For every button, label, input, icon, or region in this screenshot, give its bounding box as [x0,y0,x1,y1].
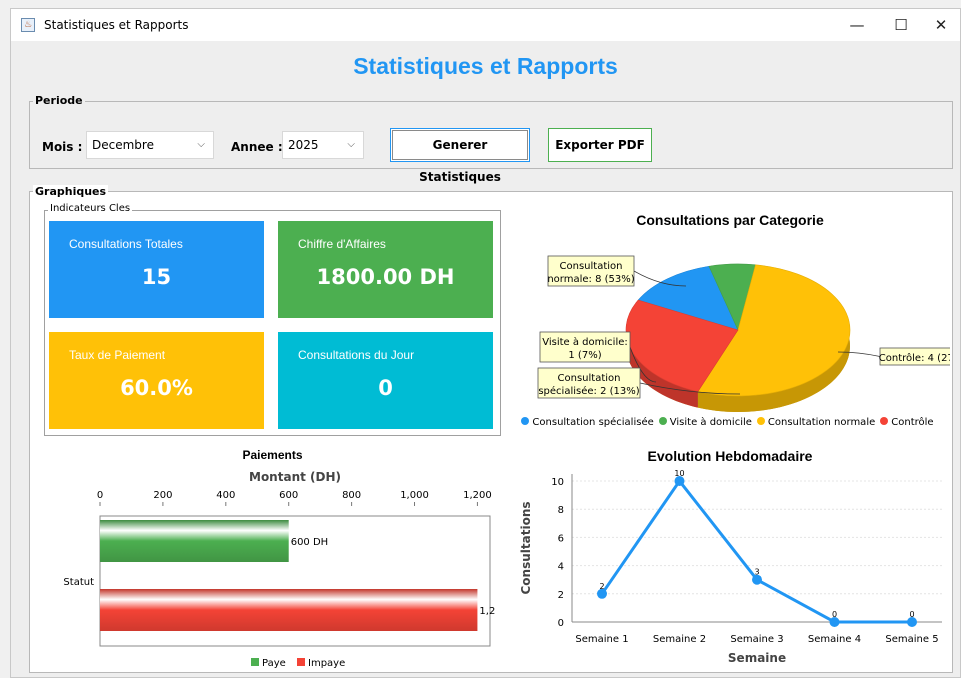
minimize-button[interactable]: — [837,13,877,37]
line-y-tick-label: 10 [551,477,564,488]
bar-chart: Montant (DH) 0 200 400 600 800 1,000 1,200 Statu… [63,470,495,668]
export-pdf-button[interactable]: Exporter PDF [548,128,652,162]
line-chart-title: Evolution Hebdomadaire [647,448,813,464]
bar-x-axis-label: Montant (DH) [249,470,341,484]
pie-label-text: Contrôle: 4 (27%) [879,352,950,364]
card-title: Consultations Totales [69,237,183,251]
line-y-tick-label: 4 [558,562,564,573]
mois-selected-value: Decembre [92,138,154,152]
close-button[interactable]: ✕ [921,13,961,37]
line-x-tick-label: Semaine 2 [653,634,706,645]
bar-paye [100,520,289,562]
line-point-label: 3 [754,568,759,577]
page-title: Statistiques et Rapports [353,53,618,79]
legend-item: Consultation spécialisée [521,417,654,428]
pie-label-text: Consultation [558,373,621,384]
line-y-tick-label: 6 [558,533,564,544]
bar-category-label: Statut [63,577,94,588]
line-y-tick-label: 8 [558,505,564,516]
bar-tick-label: 800 [342,490,361,501]
pie-label-text: Visite à domicile: [542,336,628,348]
graphiques-group-title: Graphiques [33,185,109,198]
line-x-tick-label: Semaine 4 [808,634,861,645]
legend-dot-icon [880,417,889,425]
legend-dot-icon [658,417,667,425]
graphiques-panel: Graphiques Indicateurs Cles Consultation… [29,185,953,673]
generate-statistics-button[interactable]: Generer Statistiques [390,128,530,184]
card-value: 15 [141,265,172,289]
card-title: Taux de Paiement [69,348,166,362]
bar-tick-label: 400 [216,490,235,501]
line-point-label: 0 [909,610,914,619]
periode-group-title: Periode [33,94,85,107]
line-chart: 0 2 4 6 8 10 2 Semaine 1 10 Semaine 2 3 Semaine 3 0 S… [519,469,942,665]
bar-value-label: 1,2 [479,606,495,617]
line-y-tick-label: 0 [558,618,564,629]
mois-select[interactable]: Decembre ⌵ [86,131,214,159]
window-title: Statistiques et Rapports [44,18,189,32]
chevron-down-icon: ⌵ [347,139,355,150]
bar-chart-title: Paiements [242,448,303,462]
legend-label: Paye [262,658,286,668]
line-y-axis-label: Consultations [519,501,533,594]
line-x-tick-label: Semaine 3 [730,634,783,645]
pie-chart: Consultation normale: 8 (53%) Visite à dom… [537,255,950,412]
pie-legend: Consultation spécialisée Visite à domicil… [510,417,950,428]
maximize-button[interactable]: ☐ [881,13,921,37]
java-app-icon: ♨ [21,18,35,32]
line-y-tick-label: 2 [558,590,564,601]
bar-tick-label: 600 [279,490,298,501]
chevron-down-icon: ⌵ [197,139,205,150]
pie-chart-title: Consultations par Categorie [636,212,824,228]
bar-tick-label: 1,000 [400,490,429,501]
legend-label: Visite à domicile [669,417,752,428]
card-value: 60.0% [120,376,193,400]
legend-dot-icon [521,417,530,425]
pie-label-text: Consultation [560,261,623,272]
bar-tick-label: 1,200 [463,490,492,501]
card-title: Chiffre d'Affaires [298,237,386,251]
card-value: 1800.00 DH [316,265,455,289]
card-value: 0 [378,376,393,400]
line-x-axis-label: Semaine [728,651,786,665]
pie-label-text: normale: 8 (53%) [547,274,634,285]
legend-label: Contrôle [891,417,934,428]
card-consultations-totales: Consultations Totales 15 [49,221,264,318]
card-taux-paiement: Taux de Paiement 60.0% [49,332,264,429]
pie-label-text: spécialisée: 2 (13%) [538,385,639,397]
card-chiffre-affaires: Chiffre d'Affaires 1800.00 DH [278,221,493,318]
legend-item: Visite à domicile [658,417,752,428]
mois-label: Mois : [42,140,83,154]
legend-label: Impaye [308,658,345,668]
line-series [600,478,912,624]
bar-tick-label: 200 [153,490,172,501]
line-x-tick-label: Semaine 5 [885,634,938,645]
legend-swatch-icon [251,658,259,666]
card-title: Consultations du Jour [298,348,415,362]
pie-label-text: 1 (7%) [568,350,601,361]
app-window: ♨ Statistiques et Rapports — ☐ ✕ Statist… [10,8,961,678]
indicators-group-title: Indicateurs Cles [48,203,133,214]
line-point-label: 0 [832,610,837,619]
legend-item: Consultation normale [756,417,876,428]
legend-label: Consultation spécialisée [532,417,654,428]
line-point-label: 10 [674,469,684,478]
line-point-label: 2 [599,582,604,591]
bar-value-label: 600 DH [291,537,329,548]
indicators-panel: Indicateurs Cles Consultations Totales 1… [44,203,501,436]
legend-item: Contrôle [880,417,934,428]
legend-label: Consultation normale [767,417,876,428]
annee-selected-value: 2025 [288,138,319,152]
periode-panel: Periode Mois : Decembre ⌵ Annee : 2025 ⌵… [29,94,953,184]
legend-dot-icon [756,417,765,425]
legend-swatch-icon [297,658,305,666]
annee-select[interactable]: 2025 ⌵ [282,131,364,159]
bar-impaye [100,589,478,631]
bar-tick-label: 0 [97,490,103,501]
card-consultations-jour: Consultations du Jour 0 [278,332,493,429]
title-bar: ♨ Statistiques et Rapports — ☐ ✕ [11,9,960,41]
line-x-tick-label: Semaine 1 [575,634,628,645]
annee-label: Annee : [231,140,283,154]
